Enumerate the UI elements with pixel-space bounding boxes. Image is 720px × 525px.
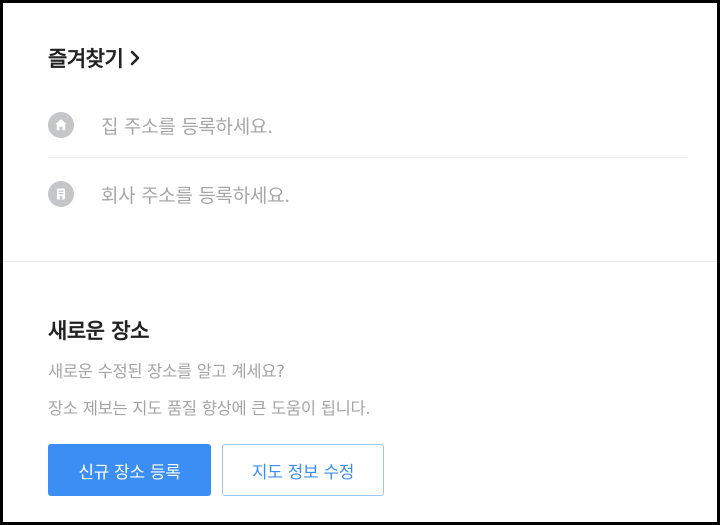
favorites-header-link[interactable]: 즐겨찾기 bbox=[48, 43, 143, 73]
chevron-right-icon bbox=[129, 48, 143, 68]
favorite-work-row[interactable]: 회사 주소를 등록하세요. bbox=[48, 170, 688, 218]
home-icon bbox=[48, 112, 74, 138]
register-new-place-button[interactable]: 신규 장소 등록 bbox=[48, 444, 211, 496]
new-place-title: 새로운 장소 bbox=[48, 319, 149, 343]
new-place-description-line2: 장소 제보는 지도 품질 향상에 큰 도움이 됩니다. bbox=[48, 399, 371, 418]
favorites-section: 즐겨찾기 집 주소를 등록하세요. 회사 주소를 등록하세요. bbox=[3, 3, 717, 261]
home-address-label: 집 주소를 등록하세요. bbox=[101, 115, 273, 138]
building-icon bbox=[48, 181, 74, 207]
new-place-section: 새로운 장소 새로운 수정된 장소를 알고 계세요? 장소 제보는 지도 품질 … bbox=[3, 262, 717, 522]
work-address-label: 회사 주소를 등록하세요. bbox=[101, 184, 291, 207]
row-divider bbox=[48, 157, 688, 158]
new-place-description-line1: 새로운 수정된 장소를 알고 계세요? bbox=[48, 362, 285, 381]
edit-map-info-button[interactable]: 지도 정보 수정 bbox=[222, 444, 384, 496]
panel: 즐겨찾기 집 주소를 등록하세요. 회사 주소를 등록하세요. 새로운 장소 새… bbox=[0, 0, 720, 525]
favorites-title: 즐겨찾기 bbox=[48, 47, 124, 71]
favorite-home-row[interactable]: 집 주소를 등록하세요. bbox=[48, 101, 688, 149]
